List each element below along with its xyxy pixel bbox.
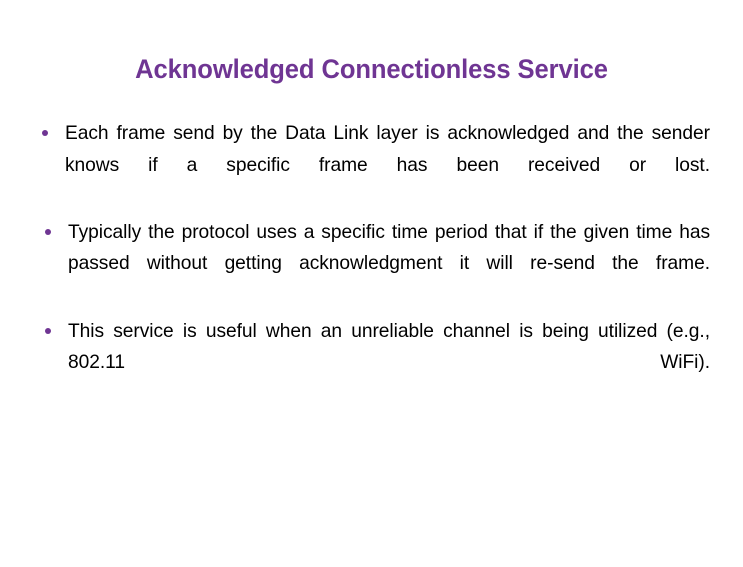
- list-item-text: Typically the protocol uses a specific t…: [68, 221, 710, 275]
- slide-canvas: Acknowledged Connectionless Service Each…: [0, 0, 743, 567]
- round-bullet-icon: [45, 228, 51, 235]
- list-item-text: Each frame send by the Data Link layer i…: [65, 123, 710, 176]
- list-item-text: This service is useful when an unreliabl…: [68, 320, 710, 374]
- round-bullet-icon: [45, 327, 51, 334]
- list-item: Each frame send by the Data Link layer i…: [38, 118, 710, 213]
- round-bullet-icon: [42, 130, 48, 136]
- page-title: Acknowledged Connectionless Service: [135, 54, 608, 84]
- list-item: This service is useful when an unreliabl…: [38, 316, 710, 411]
- bullet-list: Each frame send by the Data Link layer i…: [38, 118, 710, 410]
- list-item: Typically the protocol uses a specific t…: [38, 217, 710, 312]
